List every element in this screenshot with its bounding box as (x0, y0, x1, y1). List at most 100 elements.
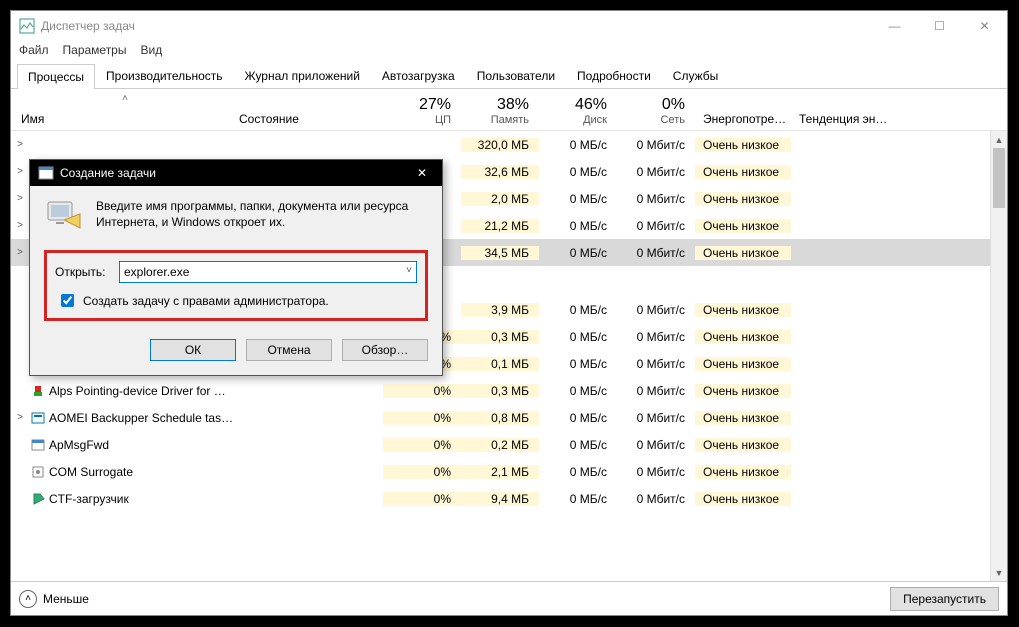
process-network: 0 Мбит/с (617, 357, 695, 371)
minimize-button[interactable]: — (872, 11, 917, 41)
process-row[interactable]: COM Surrogate 0% 2,1 МБ 0 МБ/с 0 Мбит/с … (11, 458, 1007, 485)
process-network: 0 Мбит/с (617, 411, 695, 425)
scroll-down-icon[interactable]: ▼ (991, 564, 1007, 581)
process-memory: 34,5 МБ (461, 246, 539, 260)
expand-toggle[interactable]: > (11, 193, 29, 204)
app-icon (19, 18, 35, 34)
process-power: Очень низкое (695, 303, 791, 317)
menu-options[interactable]: Параметры (63, 43, 127, 57)
process-power: Очень низкое (695, 219, 791, 233)
col-network[interactable]: 0%Сеть (617, 96, 695, 126)
ok-button[interactable]: ОК (150, 339, 236, 361)
col-disk[interactable]: 46%Диск (539, 96, 617, 126)
col-state[interactable]: Состояние (239, 112, 383, 126)
process-cpu: 0% (383, 465, 461, 479)
process-disk: 0 МБ/с (539, 465, 617, 479)
window-controls: — ☐ ✕ (872, 11, 1007, 41)
process-memory: 2,0 МБ (461, 192, 539, 206)
process-network: 0 Мбит/с (617, 465, 695, 479)
create-task-dialog: Создание задачи ✕ Введите имя программы,… (29, 159, 443, 376)
expand-toggle[interactable]: > (11, 247, 29, 258)
process-network: 0 Мбит/с (617, 384, 695, 398)
process-icon (31, 438, 45, 452)
close-button[interactable]: ✕ (962, 11, 1007, 41)
tab-performance[interactable]: Производительность (95, 63, 233, 88)
process-row[interactable]: CTF-загрузчик 0% 9,4 МБ 0 МБ/с 0 Мбит/с … (11, 485, 1007, 512)
expand-toggle[interactable]: > (11, 166, 29, 177)
process-power: Очень низкое (695, 192, 791, 206)
task-manager-window: Диспетчер задач — ☐ ✕ Файл Параметры Вид… (10, 10, 1008, 616)
admin-checkbox[interactable] (61, 294, 74, 307)
col-power[interactable]: Энергопотре… (695, 112, 791, 126)
process-power: Очень низкое (695, 492, 791, 506)
process-network: 0 Мбит/с (617, 492, 695, 506)
process-network: 0 Мбит/с (617, 438, 695, 452)
tab-processes[interactable]: Процессы (17, 64, 95, 89)
process-power: Очень низкое (695, 438, 791, 452)
process-name: Alps Pointing-device Driver for … (29, 384, 239, 398)
col-memory[interactable]: 38%Память (461, 96, 539, 126)
process-memory: 2,1 МБ (461, 465, 539, 479)
open-combobox[interactable]: explorer.exe ˅ (119, 261, 417, 283)
tab-users[interactable]: Пользователи (466, 63, 566, 88)
restart-button[interactable]: Перезапустить (890, 587, 999, 611)
process-disk: 0 МБ/с (539, 138, 617, 152)
tab-startup[interactable]: Автозагрузка (371, 63, 466, 88)
col-cpu[interactable]: 27%ЦП (383, 96, 461, 126)
col-name[interactable]: ˄ Имя (11, 89, 239, 126)
scroll-thumb[interactable] (993, 148, 1005, 208)
process-memory: 0,1 МБ (461, 357, 539, 371)
process-power: Очень низкое (695, 357, 791, 371)
menu-file[interactable]: Файл (19, 43, 49, 57)
process-power: Очень низкое (695, 165, 791, 179)
process-disk: 0 МБ/с (539, 219, 617, 233)
process-disk: 0 МБ/с (539, 438, 617, 452)
run-icon (44, 198, 84, 238)
process-row[interactable]: > 320,0 МБ 0 МБ/с 0 Мбит/с Очень низкое (11, 131, 1007, 158)
process-row[interactable]: ApMsgFwd 0% 0,2 МБ 0 МБ/с 0 Мбит/с Очень… (11, 431, 1007, 458)
collapse-button[interactable]: ˄ Меньше (19, 590, 89, 608)
tab-services[interactable]: Службы (662, 63, 729, 88)
maximize-button[interactable]: ☐ (917, 11, 962, 41)
open-value: explorer.exe (124, 265, 189, 279)
process-row[interactable]: Alps Pointing-device Driver for … 0% 0,3… (11, 377, 1007, 404)
process-row[interactable]: > AOMEI Backupper Schedule tas… 0% 0,8 М… (11, 404, 1007, 431)
process-icon (31, 384, 45, 398)
process-memory: 9,4 МБ (461, 492, 539, 506)
process-memory: 320,0 МБ (461, 138, 539, 152)
vertical-scrollbar[interactable]: ▲ ▼ (990, 131, 1007, 581)
expand-toggle[interactable]: > (11, 220, 29, 231)
expand-toggle[interactable]: > (11, 412, 29, 423)
dropdown-icon[interactable]: ˅ (406, 265, 412, 276)
process-disk: 0 МБ/с (539, 411, 617, 425)
process-power: Очень низкое (695, 465, 791, 479)
process-disk: 0 МБ/с (539, 492, 617, 506)
process-memory: 32,6 МБ (461, 165, 539, 179)
footer: ˄ Меньше Перезапустить (11, 581, 1007, 615)
browse-button[interactable]: Обзор… (342, 339, 428, 361)
tab-app-history[interactable]: Журнал приложений (234, 63, 371, 88)
process-disk: 0 МБ/с (539, 165, 617, 179)
process-power: Очень низкое (695, 330, 791, 344)
dialog-instruction: Введите имя программы, папки, документа … (96, 198, 428, 230)
process-disk: 0 МБ/с (539, 303, 617, 317)
process-network: 0 Мбит/с (617, 219, 695, 233)
titlebar: Диспетчер задач — ☐ ✕ (11, 11, 1007, 41)
cancel-button[interactable]: Отмена (246, 339, 332, 361)
expand-toggle[interactable]: > (11, 139, 29, 150)
process-name: ApMsgFwd (29, 438, 239, 452)
process-power: Очень низкое (695, 138, 791, 152)
chevron-up-icon: ˄ (19, 590, 37, 608)
menubar: Файл Параметры Вид (11, 41, 1007, 61)
menu-view[interactable]: Вид (140, 43, 162, 57)
process-icon (31, 492, 45, 506)
process-network: 0 Мбит/с (617, 138, 695, 152)
scroll-up-icon[interactable]: ▲ (991, 131, 1007, 148)
process-memory: 0,3 МБ (461, 330, 539, 344)
col-trend[interactable]: Тенденция эн… (791, 112, 891, 126)
dialog-close-button[interactable]: ✕ (402, 160, 442, 186)
tab-details[interactable]: Подробности (566, 63, 662, 88)
process-cpu: 0% (383, 384, 461, 398)
process-network: 0 Мбит/с (617, 303, 695, 317)
column-headers: ˄ Имя Состояние 27%ЦП 38%Память 46%Диск … (11, 89, 1007, 131)
